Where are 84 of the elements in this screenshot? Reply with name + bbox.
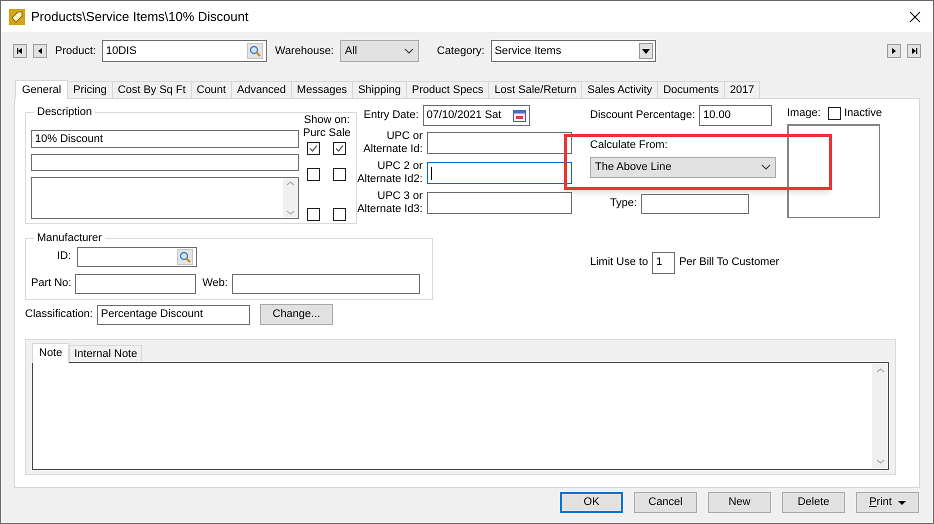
last-record-button[interactable] xyxy=(907,44,921,58)
type-field[interactable] xyxy=(640,194,749,214)
change-button[interactable]: Change... xyxy=(260,304,333,325)
manufacturer-id-field[interactable] xyxy=(77,246,198,266)
purchase-checkbox[interactable] xyxy=(307,142,320,154)
per-bill-label: Per Bill To Customer xyxy=(679,255,780,270)
show-on-label: Show on: xyxy=(304,114,350,126)
window-title: Products\Service Items\10% Discount xyxy=(31,8,250,26)
dialog-button[interactable]: New xyxy=(708,492,771,513)
upc-label: UPC or xyxy=(386,130,423,143)
warehouse-dropdown[interactable]: All xyxy=(340,40,419,62)
classification-label: Classification: xyxy=(25,307,93,322)
dialog-button[interactable]: OK xyxy=(560,492,623,513)
note-tab[interactable]: Note xyxy=(32,343,70,363)
close-icon[interactable] xyxy=(909,10,921,22)
manufacturer-id-label: ID: xyxy=(57,249,72,264)
triangle-left-icon xyxy=(36,47,44,55)
product-label: Product: xyxy=(55,44,96,59)
skip-end-icon xyxy=(910,47,918,55)
sale-checkbox[interactable] xyxy=(333,142,346,154)
web-label: Web: xyxy=(202,276,228,292)
column-label: Sale xyxy=(328,126,351,140)
entry-date-label: Entry Date: xyxy=(364,108,419,124)
tab[interactable]: Shipping xyxy=(352,81,407,98)
description-legend: Description xyxy=(34,104,96,120)
limit-use-field[interactable]: 1 xyxy=(652,252,676,274)
purchase-checkbox[interactable] xyxy=(307,208,320,220)
note-textarea[interactable] xyxy=(32,362,889,470)
tab[interactable]: Product Specs xyxy=(406,81,490,98)
upc-label: UPC 2 or xyxy=(377,160,423,173)
upc-label: UPC 3 or xyxy=(377,190,423,203)
calendar-icon[interactable] xyxy=(512,110,526,122)
tab[interactable]: General xyxy=(15,80,68,99)
product-field[interactable]: 10DIS xyxy=(102,40,267,62)
skip-start-icon xyxy=(16,47,24,55)
tab[interactable]: 2017 xyxy=(724,81,760,98)
chevron-down-icon xyxy=(761,164,771,170)
description-field[interactable]: 10% Discount xyxy=(31,130,299,148)
upc-label: Alternate Id3: xyxy=(357,203,423,216)
upc-field[interactable] xyxy=(426,132,572,154)
description-textarea[interactable] xyxy=(31,177,299,219)
note-tab[interactable]: Internal Note xyxy=(69,345,142,362)
category-label: Category: xyxy=(436,44,485,59)
classification-field[interactable]: Percentage Discount xyxy=(96,304,250,324)
triangle-right-icon xyxy=(890,47,898,55)
inactive-label: Inactive xyxy=(844,106,882,121)
warehouse-label: Warehouse: xyxy=(274,44,334,59)
sale-checkbox[interactable] xyxy=(333,208,346,220)
tab[interactable]: Pricing xyxy=(67,81,113,98)
print-menu-button[interactable]: Print xyxy=(856,492,919,513)
upc-field[interactable] xyxy=(426,192,572,214)
purchase-checkbox[interactable] xyxy=(307,168,320,180)
discount-percentage-label: Discount Percentage: xyxy=(590,108,696,124)
calculate-from-label: Calculate From: xyxy=(590,138,669,153)
tab[interactable]: Sales Activity xyxy=(581,81,658,98)
web-field[interactable] xyxy=(232,274,420,294)
tag-icon xyxy=(9,8,25,24)
image-label: Image: xyxy=(787,106,821,121)
discount-percentage-field[interactable]: 10.00 xyxy=(699,105,772,126)
tab[interactable]: Messages xyxy=(290,81,354,98)
type-label: Type: xyxy=(610,196,637,212)
entry-date-field[interactable]: 07/10/2021 Sat xyxy=(422,105,530,126)
upc-field[interactable] xyxy=(426,162,572,184)
calculate-from-dropdown[interactable]: The Above Line xyxy=(590,156,776,178)
first-record-button[interactable] xyxy=(13,44,27,58)
previous-record-button[interactable] xyxy=(33,44,47,58)
category-dropdown[interactable]: Service Items xyxy=(490,40,656,62)
caret-down-icon xyxy=(898,500,906,504)
part-no-label: Part No: xyxy=(31,276,72,292)
limit-use-label: Limit Use to xyxy=(590,255,648,270)
next-record-button[interactable] xyxy=(887,44,901,58)
sale-checkbox[interactable] xyxy=(333,168,346,180)
upc-label: Alternate Id2: xyxy=(357,173,423,186)
chevron-down-icon xyxy=(404,48,414,54)
tab[interactable]: Cost By Sq Ft xyxy=(112,81,192,98)
manufacturer-legend: Manufacturer xyxy=(34,230,105,246)
dialog-button[interactable]: Delete xyxy=(782,492,845,513)
dialog-button[interactable]: Cancel xyxy=(634,492,697,513)
upc-label: Alternate Id: xyxy=(363,143,423,156)
column-label: Purc xyxy=(303,126,326,140)
description-field[interactable] xyxy=(31,154,299,172)
search-icon[interactable] xyxy=(246,43,263,59)
search-icon[interactable] xyxy=(177,248,194,264)
part-no-field[interactable] xyxy=(75,274,196,294)
